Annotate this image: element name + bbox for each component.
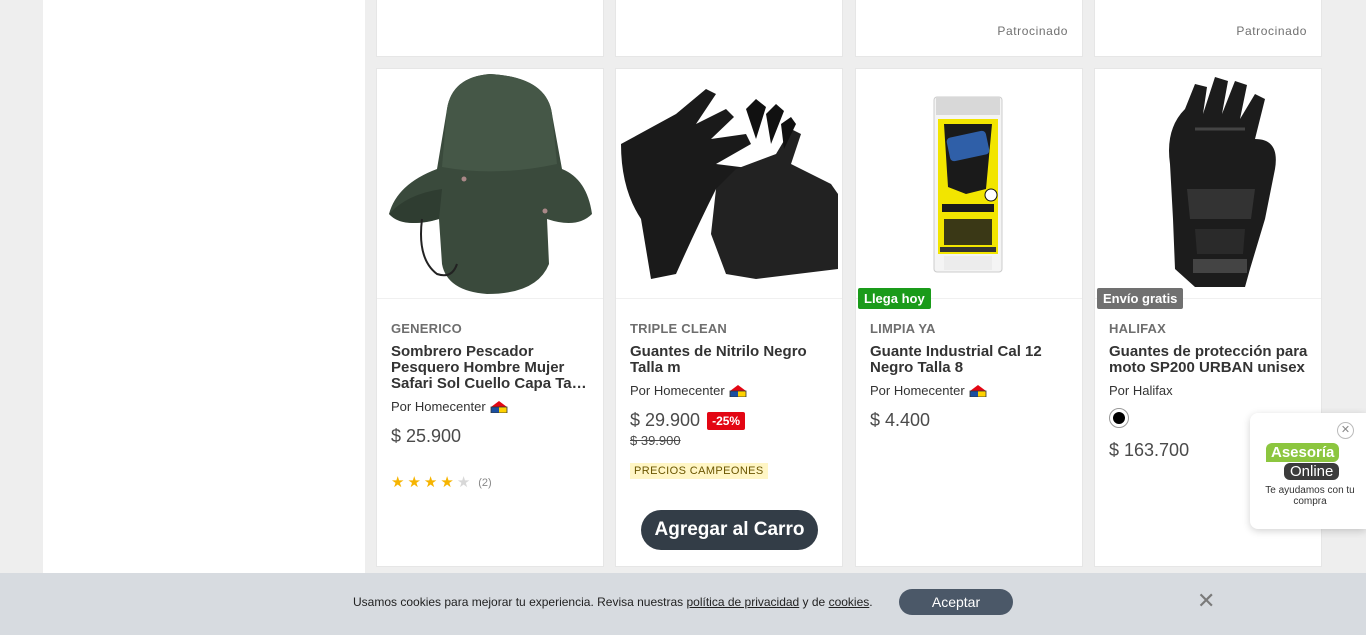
product-brand: TRIPLE CLEAN [630,321,728,336]
nitrile-gloves-icon [616,69,842,298]
price-value: $ 25.900 [391,426,462,446]
sponsored-label: Patrocinado [1236,24,1307,38]
product-image[interactable] [1095,69,1321,299]
online-advice-widget[interactable]: ✕ Asesoría Online Te ayudamos con tu com… [1250,413,1366,529]
cookies-link[interactable]: cookies [829,595,870,609]
seller-name: Por Homecenter [630,383,725,398]
product-title[interactable]: Sombrero Pescador Pesquero Hombre Mujer … [391,344,591,392]
close-icon[interactable]: ✕ [1197,590,1215,612]
product-price: $ 29.900 -25% [630,410,830,431]
price-value: $ 29.900 [630,410,701,430]
seller-line: Por Homecenter [391,399,591,414]
promo-tag: PRECIOS CAMPEONES [630,463,768,479]
seller-name: Por Homecenter [870,383,965,398]
cookie-message: Usamos cookies para mejorar tu experienc… [353,595,873,609]
star-icon: ★ [391,474,405,491]
rating-count: (2) [478,476,492,489]
seller-line: Por Halifax [1109,383,1309,398]
old-price: $ 39.900 [630,433,681,448]
accept-cookies-button[interactable]: Aceptar [899,589,1013,615]
product-price: $ 4.400 [870,410,1070,431]
seller-name: Por Halifax [1109,383,1173,398]
price-value: $ 4.400 [870,410,931,430]
rating-stars: ★ ★ ★ ★ ★ (2) [391,475,591,490]
star-icon: ★ [423,474,438,491]
swatch-dot [1113,412,1125,424]
chat-logo-top: Asesoría [1266,443,1340,462]
seller-line: Por Homecenter [870,383,1070,398]
star-empty-icon: ★ [456,474,471,491]
glove-package-icon [856,69,1082,298]
product-title[interactable]: Guantes de protección para moto SP200 UR… [1109,344,1309,376]
product-image[interactable] [377,69,603,299]
star-icon: ★ [407,474,421,491]
star-icon: ★ [440,474,454,491]
seller-line: Por Homecenter [630,383,830,398]
product-price: $ 25.900 [391,426,591,447]
product-card-hat[interactable]: GENERICO Sombrero Pescador Pesquero Homb… [376,68,604,567]
top-card-4[interactable]: Patrocinado [1094,0,1322,57]
product-card-industrial-glove[interactable]: Llega hoy LIMPIA YA Guante Industrial Ca… [855,68,1083,567]
product-brand: HALIFAX [1109,321,1167,336]
filters-sidebar [43,0,365,573]
privacy-policy-link[interactable]: política de privacidad [686,595,799,609]
cookie-text-end: . [869,595,873,609]
homecenter-logo-icon [490,401,508,413]
sponsored-label: Patrocinado [997,24,1068,38]
cookie-banner: Usamos cookies para mejorar tu experienc… [0,573,1366,635]
cookie-text-start: Usamos cookies para mejorar tu experienc… [353,595,687,609]
homecenter-logo-icon [969,385,987,397]
arrives-today-badge: Llega hoy [858,288,931,309]
product-title[interactable]: Guantes de Nitrilo Negro Talla m [630,344,830,376]
moto-glove-icon [1095,69,1321,298]
product-image[interactable] [856,69,1082,299]
bucket-hat-icon [377,69,603,298]
product-title[interactable]: Guante Industrial Cal 12 Negro Talla 8 [870,344,1070,376]
close-icon[interactable]: ✕ [1337,422,1354,439]
product-brand: GENERICO [391,321,462,336]
top-card-3[interactable]: Patrocinado [855,0,1083,57]
add-to-cart-button[interactable]: Agregar al Carro [641,510,818,550]
price-value: $ 163.700 [1109,440,1190,460]
free-shipping-badge: Envío gratis [1097,288,1184,309]
top-card-2[interactable] [615,0,843,57]
cookie-text-middle: y de [799,595,829,609]
product-image[interactable] [616,69,842,299]
color-swatch-black[interactable] [1109,408,1129,428]
product-brand: LIMPIA YA [870,321,936,336]
seller-name: Por Homecenter [391,399,486,414]
homecenter-logo-icon [729,385,747,397]
chat-logo-bottom: Online [1284,463,1340,480]
chat-text: Te ayudamos con tu compra [1265,485,1355,507]
top-card-1[interactable] [376,0,604,57]
product-card-nitrile-gloves[interactable]: TRIPLE CLEAN Guantes de Nitrilo Negro Ta… [615,68,843,567]
discount-badge: -25% [707,411,746,430]
